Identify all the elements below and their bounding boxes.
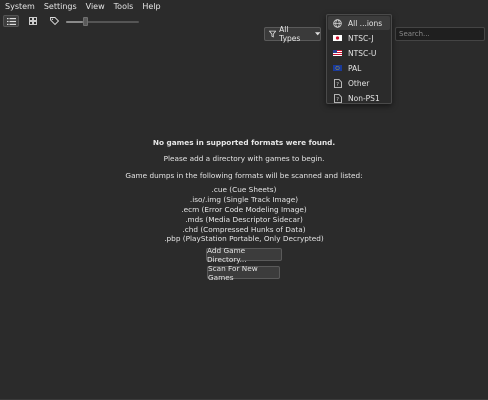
format-item: .iso/.img (Single Track Image) bbox=[189, 195, 299, 204]
add-game-directory-button[interactable]: Add Game Directory... bbox=[206, 246, 282, 264]
menu-view[interactable]: View bbox=[81, 0, 109, 13]
zoom-slider-fill bbox=[66, 21, 83, 23]
list-view-button[interactable] bbox=[3, 15, 19, 27]
list-view-icon bbox=[6, 17, 16, 25]
empty-state-subtitle: Please add a directory with games to beg… bbox=[163, 154, 325, 163]
grid-view-icon bbox=[29, 17, 37, 25]
grid-view-button[interactable] bbox=[25, 15, 41, 27]
zoom-slider-handle[interactable] bbox=[83, 17, 88, 26]
game-list-empty-state: No games in supported formats were found… bbox=[0, 30, 488, 400]
menu-settings[interactable]: Settings bbox=[39, 0, 81, 13]
region-option-all[interactable]: All ...ions bbox=[328, 16, 390, 30]
formats-intro: Game dumps in the following formats will… bbox=[125, 171, 363, 180]
menu-tools[interactable]: Tools bbox=[109, 0, 138, 13]
menu-system[interactable]: System bbox=[0, 0, 39, 13]
empty-state-title: No games in supported formats were found… bbox=[152, 138, 336, 147]
zoom-slider[interactable] bbox=[66, 17, 139, 26]
toolbar: All Types bbox=[0, 13, 488, 43]
tag-icon bbox=[49, 17, 59, 25]
format-item: .mds (Media Descriptor Sidecar) bbox=[185, 215, 303, 224]
menu-bar: System Settings View Tools Help bbox=[0, 0, 488, 13]
main-window: System Settings View Tools Help All Type… bbox=[0, 0, 488, 400]
menu-help[interactable]: Help bbox=[137, 0, 164, 13]
format-item: .pbp (PlayStation Portable, Only Decrypt… bbox=[164, 234, 324, 243]
format-item: .cue (Cue Sheets) bbox=[211, 185, 277, 194]
region-option-label: All ...ions bbox=[348, 18, 383, 28]
show-titles-button[interactable] bbox=[46, 15, 62, 27]
format-item: .ecm (Error Code Modeling Image) bbox=[181, 205, 307, 214]
scan-new-games-button[interactable]: Scan For New Games bbox=[207, 264, 280, 282]
globe-icon bbox=[333, 18, 342, 28]
